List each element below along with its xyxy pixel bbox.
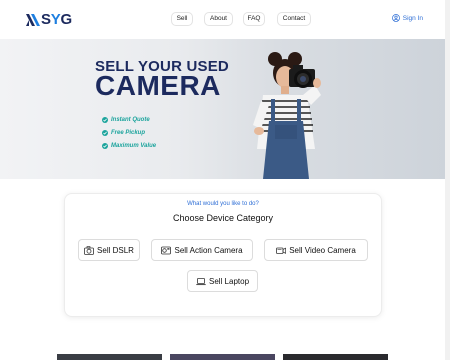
sign-in-link[interactable]: Sign In xyxy=(391,14,423,22)
feature-label: Free Pickup xyxy=(111,130,146,136)
page-scrollbar[interactable] xyxy=(445,0,450,360)
dslr-camera-icon xyxy=(84,245,94,255)
video-camera-icon xyxy=(276,247,287,254)
device-category-card: What would you like to do? Choose Device… xyxy=(64,193,382,317)
category-title: Choose Device Category xyxy=(172,213,274,223)
feature-item: Instant Quote xyxy=(102,117,150,123)
hero-person-image xyxy=(253,52,321,179)
check-circle-icon xyxy=(102,143,108,149)
check-circle-icon xyxy=(102,117,108,123)
feature-label: Maximum Value xyxy=(111,143,157,149)
category-label: Sell DSLR xyxy=(97,245,134,255)
laptop-icon xyxy=(196,277,206,285)
category-label: Sell Laptop xyxy=(208,276,250,286)
product-thumbnail[interactable] xyxy=(57,354,162,360)
category-subtitle: What would you like to do? xyxy=(187,201,259,207)
nav-item-faq[interactable]: FAQ xyxy=(243,12,265,26)
category-label: Sell Video Camera xyxy=(289,245,356,255)
sell-video-camera-button[interactable]: Sell Video Camera xyxy=(264,239,368,261)
nav-item-contact[interactable]: Contact xyxy=(277,12,311,26)
sell-laptop-button[interactable]: Sell Laptop xyxy=(187,270,258,292)
user-circle-icon xyxy=(391,14,400,22)
main-nav: Sell About FAQ Contact xyxy=(0,12,445,26)
sell-dslr-button[interactable]: Sell DSLR xyxy=(78,239,140,261)
site-header: SYG Sell About FAQ Contact Sign In xyxy=(0,0,445,39)
sell-action-camera-button[interactable]: Sell Action Camera xyxy=(151,239,253,261)
feature-label: Instant Quote xyxy=(111,117,150,123)
product-thumbnail[interactable] xyxy=(283,354,388,360)
nav-item-sell[interactable]: Sell xyxy=(171,12,193,26)
sign-in-label: Sign In xyxy=(402,14,423,22)
hero-title-line2: CAMERA xyxy=(95,70,221,101)
hero-banner: SELL YOUR USED CAMERA Instant Quote Free… xyxy=(0,39,445,179)
feature-item: Free Pickup xyxy=(102,130,145,136)
category-label: Sell Action Camera xyxy=(174,245,243,255)
action-camera-icon xyxy=(161,246,172,254)
feature-item: Maximum Value xyxy=(102,143,156,149)
check-circle-icon xyxy=(102,130,108,136)
nav-item-about[interactable]: About xyxy=(204,12,233,26)
product-thumbnail[interactable] xyxy=(170,354,275,360)
